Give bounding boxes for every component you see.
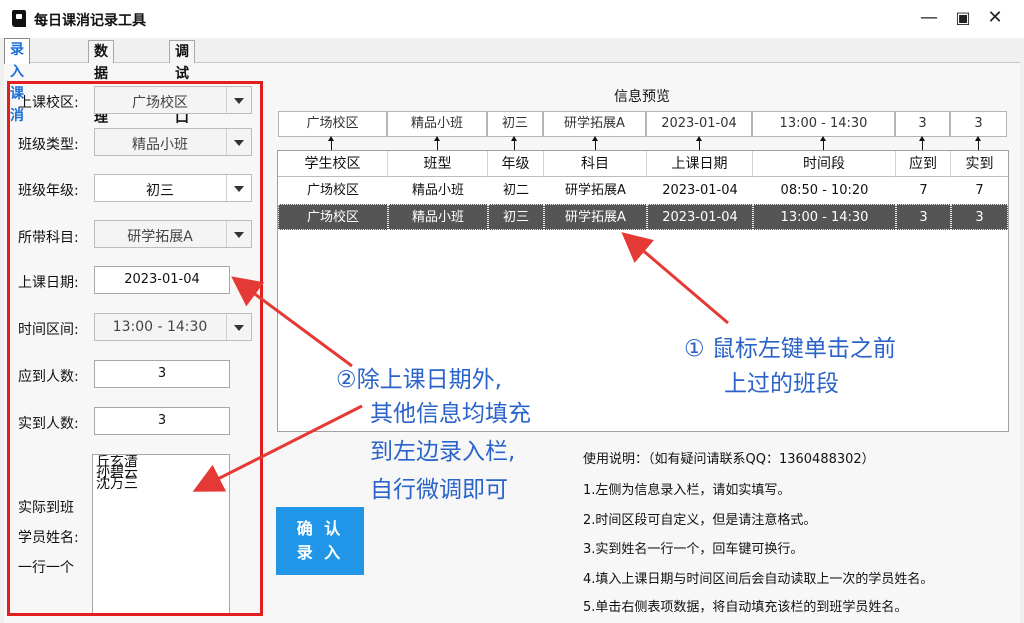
annotation-arrows <box>192 232 729 492</box>
arrow-to-names-field <box>192 404 363 492</box>
tab-entry[interactable]: 录入课消 <box>4 38 30 124</box>
arrow-to-table-row <box>621 232 729 325</box>
arrow-to-date-field <box>231 276 353 368</box>
